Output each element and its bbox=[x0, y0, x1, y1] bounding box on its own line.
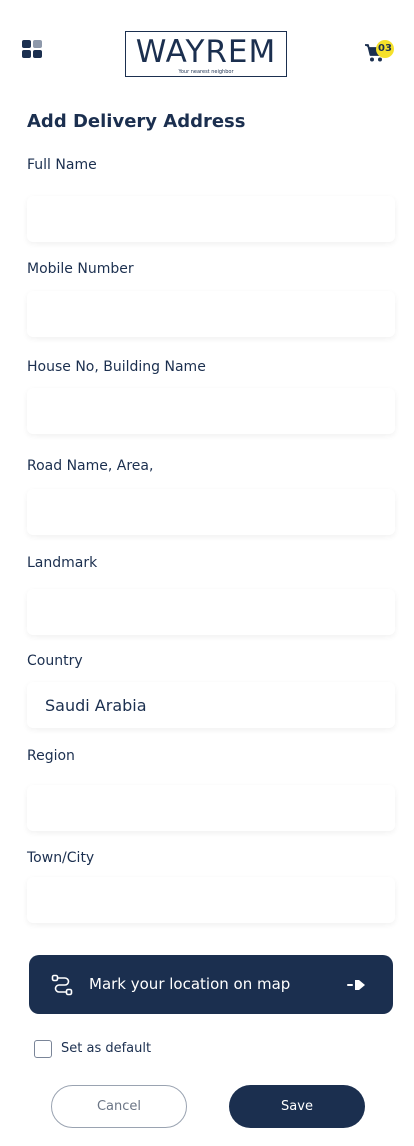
house-building-label: House No, Building Name bbox=[27, 359, 206, 375]
town-city-field[interactable] bbox=[27, 877, 395, 923]
landmark-field[interactable] bbox=[27, 589, 395, 635]
full-name-field[interactable] bbox=[27, 196, 395, 242]
road-area-label: Road Name, Area, bbox=[27, 458, 154, 474]
map-button-label: Mark your location on map bbox=[89, 975, 291, 993]
save-button[interactable]: Save bbox=[229, 1085, 365, 1128]
country-label: Country bbox=[27, 653, 83, 669]
arrow-right-icon bbox=[347, 980, 365, 990]
brand-logo: WAYREM Your nearest neighbor bbox=[125, 31, 287, 77]
app-header: WAYREM Your nearest neighbor 03 bbox=[0, 0, 414, 100]
set-default-checkbox[interactable] bbox=[34, 1040, 52, 1058]
route-icon bbox=[51, 974, 73, 996]
landmark-label: Landmark bbox=[27, 555, 98, 571]
country-field[interactable] bbox=[27, 682, 395, 728]
page-title: Add Delivery Address bbox=[27, 111, 246, 132]
road-area-field[interactable] bbox=[27, 489, 395, 535]
logo-text: WAYREM bbox=[135, 34, 277, 70]
cart-count-badge: 03 bbox=[376, 40, 394, 58]
grid-menu-icon[interactable] bbox=[22, 40, 43, 59]
full-name-label: Full Name bbox=[27, 157, 97, 173]
cart-button[interactable]: 03 bbox=[364, 40, 396, 64]
logo-tagline: Your nearest neighbor bbox=[178, 69, 234, 75]
house-building-field[interactable] bbox=[27, 388, 395, 434]
set-default-label: Set as default bbox=[61, 1041, 152, 1056]
mobile-number-field[interactable] bbox=[27, 291, 395, 337]
mobile-number-label: Mobile Number bbox=[27, 261, 134, 277]
town-city-label: Town/City bbox=[27, 850, 95, 866]
mark-location-on-map-button[interactable]: Mark your location on map bbox=[29, 955, 393, 1014]
region-label: Region bbox=[27, 748, 75, 764]
cancel-button[interactable]: Cancel bbox=[51, 1085, 187, 1128]
region-field[interactable] bbox=[27, 785, 395, 831]
